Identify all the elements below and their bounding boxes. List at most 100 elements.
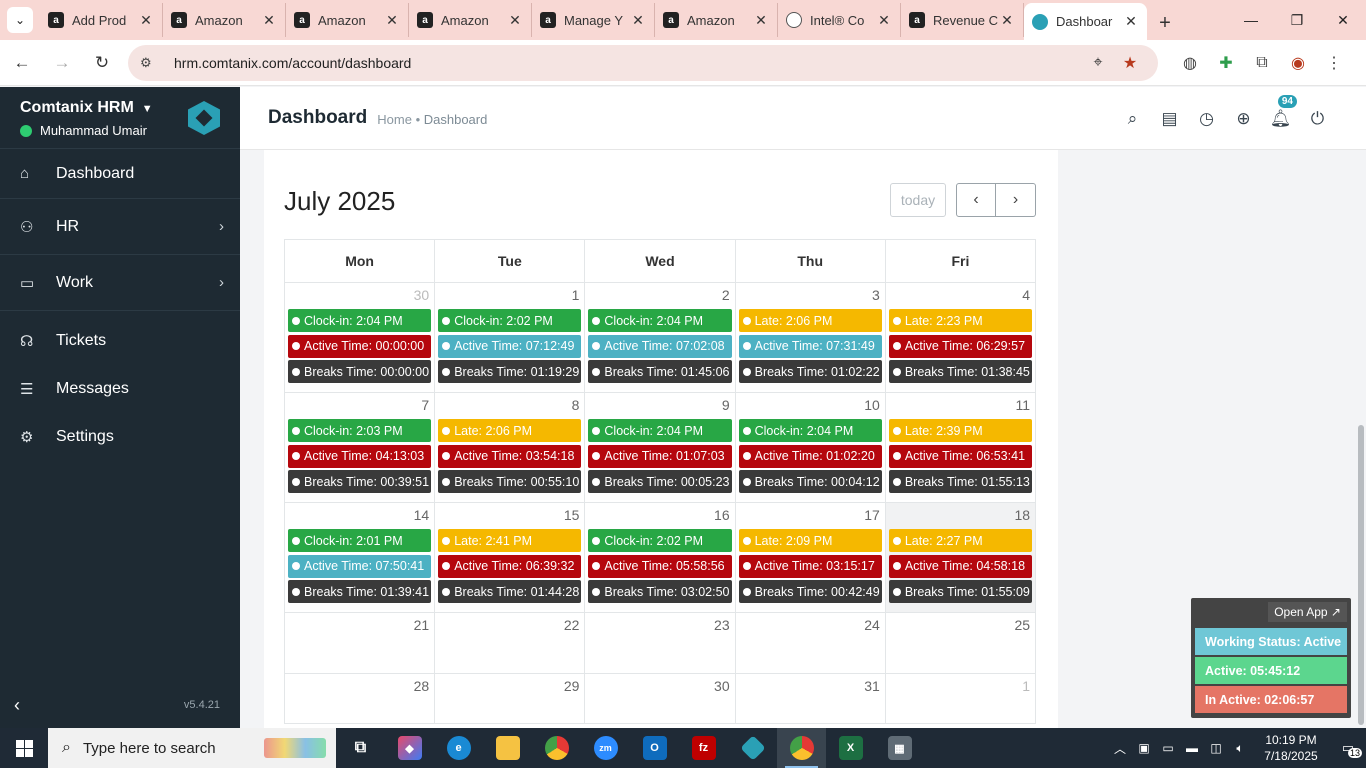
calendar-event[interactable]: Active Time: 06:29:57 — [888, 334, 1033, 358]
reload-button[interactable]: ↻ — [84, 45, 120, 81]
calendar-day-cell[interactable]: 8 Late: 2:06 PM Active Time: 03:54:18 Break… — [435, 393, 586, 502]
scrollbar-thumb[interactable] — [1358, 425, 1364, 725]
battery-icon[interactable]: ▬ — [1180, 741, 1204, 755]
day-number[interactable]: 14 — [288, 507, 431, 529]
taskbar-search[interactable]: ⌕ Type here to search — [48, 728, 336, 768]
calendar-event[interactable]: Active Time: 03:15:17 — [738, 554, 882, 578]
notification-bell-icon[interactable]: 🔔︎ 94 — [1262, 94, 1299, 129]
taskbar-comtanix[interactable] — [728, 728, 777, 768]
sidebar-item-settings[interactable]: ⚙ Settings — [0, 413, 240, 461]
calendar-day-cell[interactable]: 22 — [435, 613, 586, 673]
calendar-event[interactable]: Active Time: 06:53:41 — [888, 444, 1033, 468]
calendar-event[interactable]: Active Time: 07:02:08 — [588, 334, 732, 358]
browser-tab[interactable]: a Revenue C ✕ — [901, 3, 1024, 37]
calendar-day-cell[interactable]: 25 — [886, 613, 1037, 673]
calendar-event[interactable]: Breaks Time: 01:45:06 — [588, 360, 732, 384]
meet-now-icon[interactable]: ▣ — [1132, 741, 1156, 755]
prev-month-button[interactable]: ‹ — [956, 183, 996, 217]
browser-menu-icon[interactable]: ⋮ — [1316, 53, 1352, 73]
calendar-day-cell[interactable]: 24 — [736, 613, 886, 673]
brand-header[interactable]: Comtanix HRM ▼ Muhammad Umair — [0, 87, 240, 149]
day-number[interactable]: 1 — [889, 678, 1032, 700]
calendar-day-cell[interactable]: 10 Clock-in: 2:04 PM Active Time: 01:02:20… — [736, 393, 886, 502]
extension-plus-icon[interactable]: ✚ — [1208, 53, 1244, 73]
calendar-event[interactable]: Clock-in: 2:04 PM — [738, 419, 882, 442]
minimize-button[interactable]: — — [1228, 0, 1274, 40]
calendar-event[interactable]: Active Time: 04:13:03 — [288, 444, 432, 468]
sidebar-item-hr[interactable]: ⚇ HR › — [0, 199, 240, 255]
forward-button[interactable]: → — [44, 45, 80, 81]
day-number[interactable]: 30 — [288, 287, 431, 309]
tab-close-icon[interactable]: ✕ — [138, 12, 154, 29]
tray-overflow-icon[interactable]: ︿ — [1108, 740, 1132, 757]
profile-avatar-icon[interactable]: ◉ — [1280, 53, 1316, 73]
day-number[interactable]: 22 — [438, 617, 581, 639]
calendar-event[interactable]: Clock-in: 2:04 PM — [288, 309, 432, 332]
calendar-day-cell[interactable]: 2 Clock-in: 2:04 PM Active Time: 07:02:08 B… — [585, 283, 736, 392]
taskbar-copilot[interactable]: ◆ — [385, 728, 434, 768]
collapse-sidebar-icon[interactable]: ‹ — [14, 695, 20, 716]
calendar-day-cell[interactable]: 15 Late: 2:41 PM Active Time: 06:39:32 Brea… — [435, 503, 586, 612]
calendar-event[interactable]: Clock-in: 2:03 PM — [288, 419, 432, 442]
calendar-event[interactable]: Breaks Time: 01:19:29 — [438, 360, 582, 384]
breadcrumb-home[interactable]: Home — [377, 112, 412, 127]
day-number[interactable]: 7 — [288, 397, 431, 419]
day-number[interactable]: 9 — [588, 397, 731, 419]
address-bar[interactable]: ⚙ hrm.comtanix.com/account/dashboard ⌖ ★ — [128, 44, 1158, 81]
taskbar-zoom[interactable]: zm — [581, 728, 630, 768]
calendar-day-cell[interactable]: 4 Late: 2:23 PM Active Time: 06:29:57 Break… — [886, 283, 1037, 392]
calendar-event[interactable]: Breaks Time: 00:05:23 — [588, 470, 732, 494]
tab-search-button[interactable]: ⌄ — [0, 0, 40, 40]
day-number[interactable]: 15 — [438, 507, 581, 529]
calendar-event[interactable]: Active Time: 00:00:00 — [288, 334, 432, 358]
day-number[interactable]: 24 — [739, 617, 882, 639]
browser-tab[interactable]: a Amazon ✕ — [163, 3, 286, 37]
clock-icon[interactable]: ◷ — [1188, 109, 1225, 129]
calendar-event[interactable]: Breaks Time: 01:38:45 — [888, 360, 1033, 384]
start-button[interactable] — [0, 728, 48, 768]
day-number[interactable]: 3 — [739, 287, 882, 309]
back-button[interactable]: ← — [4, 45, 40, 81]
calendar-event[interactable]: Active Time: 05:58:56 — [588, 554, 732, 578]
calendar-event[interactable]: Clock-in: 2:02 PM — [588, 529, 732, 552]
sidebar-item-dashboard[interactable]: ⌂ Dashboard — [0, 149, 240, 199]
calendar-event[interactable]: Late: 2:23 PM — [888, 309, 1033, 332]
calendar-event[interactable]: Breaks Time: 00:42:49 — [738, 580, 882, 604]
calendar-day-cell[interactable]: 23 — [585, 613, 736, 673]
browser-tab[interactable]: a Amazon ✕ — [655, 3, 778, 37]
calendar-day-cell[interactable]: 31 — [736, 674, 886, 723]
calendar-day-cell[interactable]: 17 Late: 2:09 PM Active Time: 03:15:17 Brea… — [736, 503, 886, 612]
task-view-button[interactable]: ⧉ — [336, 728, 385, 768]
calendar-event[interactable]: Active Time: 03:54:18 — [438, 444, 582, 468]
day-number[interactable]: 4 — [889, 287, 1032, 309]
calendar-event[interactable]: Late: 2:06 PM — [738, 309, 882, 332]
calendar-day-cell[interactable]: 3 Late: 2:06 PM Active Time: 07:31:49 Break… — [736, 283, 886, 392]
site-info-icon[interactable]: ⚙ — [140, 55, 160, 71]
calendar-event[interactable]: Active Time: 07:50:41 — [288, 554, 432, 578]
browser-tab[interactable]: a Manage Y ✕ — [532, 3, 655, 37]
url-text[interactable]: hrm.comtanix.com/account/dashboard — [174, 55, 1082, 71]
taskbar-filezilla[interactable]: fz — [679, 728, 728, 768]
day-number[interactable]: 2 — [588, 287, 731, 309]
day-number[interactable]: 16 — [588, 507, 731, 529]
calendar-event[interactable]: Breaks Time: 00:04:12 — [738, 470, 882, 494]
browser-tab[interactable]: a Add Prod ✕ — [40, 3, 163, 37]
day-number[interactable]: 17 — [739, 507, 882, 529]
display-icon[interactable]: ▭ — [1156, 741, 1180, 755]
tab-close-icon[interactable]: ✕ — [753, 12, 769, 29]
taskbar-excel[interactable]: X — [826, 728, 875, 768]
calendar-event[interactable]: Breaks Time: 00:39:51 — [288, 470, 432, 494]
sidebar-item-work[interactable]: ▭ Work › — [0, 255, 240, 311]
calendar-event[interactable]: Breaks Time: 01:55:09 — [888, 580, 1033, 604]
sticky-note-icon[interactable]: ▤ — [1151, 109, 1188, 129]
volume-icon[interactable]: 🔈︎ — [1228, 741, 1252, 756]
notification-center-button[interactable]: ▭ 13 — [1330, 740, 1366, 758]
bookmark-star-icon[interactable]: ★ — [1114, 53, 1146, 73]
calendar-event[interactable]: Active Time: 07:31:49 — [738, 334, 882, 358]
browser-tab[interactable]: Dashboar ✕ — [1024, 3, 1147, 40]
calendar-event[interactable]: Breaks Time: 00:00:00 — [288, 360, 432, 384]
location-icon[interactable]: ⌖ — [1082, 54, 1114, 72]
calendar-event[interactable]: Clock-in: 2:04 PM — [588, 419, 732, 442]
day-number[interactable]: 21 — [288, 617, 431, 639]
system-clock[interactable]: 10:19 PM 7/18/2025 — [1252, 732, 1330, 764]
